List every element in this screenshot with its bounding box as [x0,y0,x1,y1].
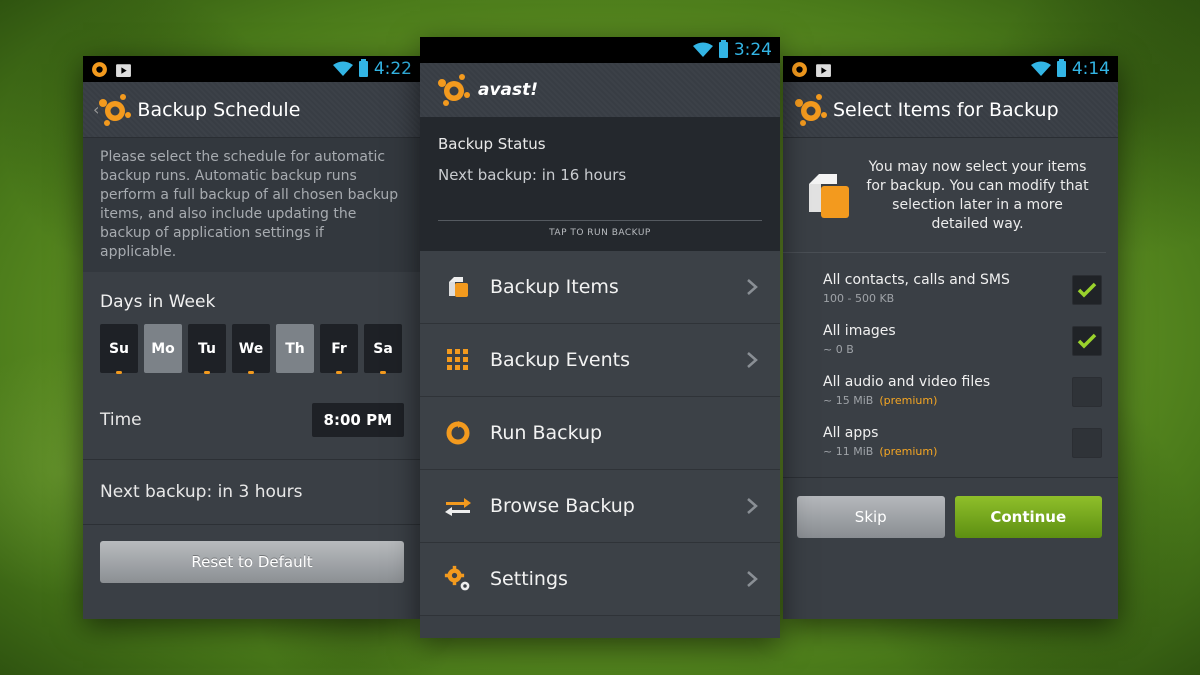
backup-status-title: Backup Status [438,135,546,153]
battery-icon [718,40,728,58]
avast-logo-icon [795,93,827,126]
menu-label: Backup Events [490,349,631,371]
battery-icon [1056,59,1066,77]
play-store-icon [116,63,131,77]
status-bar: 4:22 [83,56,420,82]
divider [83,524,420,525]
menu-label: Browse Backup [490,495,635,517]
intro-text: You may now select your items for backup… [866,159,1089,232]
day-mo[interactable]: Mo [144,324,182,373]
list-item[interactable]: All images ~ 0 B [823,314,1102,365]
chevron-right-icon [747,279,758,295]
grid-icon [444,346,472,374]
brand-header: avast! [420,63,780,117]
divider [438,220,762,221]
checkbox-checked[interactable] [1072,275,1102,305]
battery-icon [358,59,368,77]
page-title: Backup Schedule [137,98,301,121]
wifi-icon [692,42,713,57]
item-name: All contacts, calls and SMS [823,272,1010,288]
status-time: 4:22 [373,59,412,79]
time-row: Time 8:00 PM [83,373,420,437]
skip-button[interactable]: Skip [797,496,945,538]
status-bar: 4:14 [783,56,1118,82]
next-backup-text: Next backup: in 3 hours [100,482,303,502]
gears-icon [444,565,472,593]
avast-main-screen: 3:24 avast! Backup Status Next backup: i… [420,37,780,638]
avast-logo-icon[interactable] [97,93,132,127]
menu-label: Backup Items [490,276,619,298]
status-time: 3:24 [733,40,772,60]
page-title: Select Items for Backup [833,98,1059,121]
status-time: 4:14 [1071,59,1110,79]
day-selector: Su Mo Tu We Th Fr Sa [83,324,420,374]
backup-items-icon [809,174,849,218]
backup-schedule-screen: 4:22 ‹ Backup Schedule Please select the… [83,56,420,619]
day-we[interactable]: We [232,324,270,374]
backup-items-icon [444,273,472,301]
time-picker[interactable]: 8:00 PM [311,403,404,437]
select-items-screen: 4:14 Select Items for Backup You may now… [783,56,1118,619]
item-size: ~ 0 B [823,343,854,356]
check-icon [1077,333,1097,349]
refresh-icon [444,419,472,447]
menu-item-settings[interactable]: Settings [420,543,780,616]
list-item[interactable]: All audio and video files ~ 15 MiB (premi… [823,365,1102,416]
menu-label: Run Backup [490,422,603,444]
item-name: All apps [823,425,879,441]
reset-default-button[interactable]: Reset to Default [100,541,404,583]
day-su[interactable]: Su [100,324,138,374]
item-size: 100 - 500 KB [823,292,895,305]
list-item[interactable]: All apps ~ 11 MiB (premium) [823,416,1102,467]
swap-arrows-icon [444,492,472,520]
item-name: All images [823,323,896,339]
intro-section: You may now select your items for backup… [783,138,1106,253]
menu-item-run-backup[interactable]: Run Backup [420,397,780,470]
avast-notification-icon [92,61,107,77]
day-tu[interactable]: Tu [188,324,226,374]
menu-label: Settings [490,568,568,590]
avast-notification-icon [792,61,807,77]
item-name: All audio and video files [823,374,991,390]
list-item[interactable]: All contacts, calls and SMS 100 - 500 KB [823,263,1102,314]
checkbox-unchecked[interactable] [1072,377,1102,407]
day-fr[interactable]: Fr [320,324,358,374]
next-backup-text: Next backup: in 16 hours [438,166,627,184]
backup-items-list: All contacts, calls and SMS 100 - 500 KB… [783,253,1118,467]
play-store-icon [816,63,831,77]
checkbox-unchecked[interactable] [1072,428,1102,458]
premium-badge: (premium) [879,394,938,407]
chevron-right-icon [747,498,758,514]
tap-to-run-label[interactable]: TAP TO RUN BACKUP [438,228,762,238]
menu-item-backup-items[interactable]: Backup Items [420,251,780,324]
item-size: ~ 15 MiB (premium) [823,394,938,407]
chevron-right-icon [747,571,758,587]
action-bar: ‹ Backup Schedule [83,82,420,138]
continue-button[interactable]: Continue [954,496,1102,538]
item-size: ~ 11 MiB (premium) [823,445,938,458]
menu-item-browse-backup[interactable]: Browse Backup [420,470,780,543]
menu-item-backup-events[interactable]: Backup Events [420,324,780,397]
action-bar: Select Items for Backup [783,82,1118,138]
checkbox-checked[interactable] [1072,326,1102,356]
status-bar: 3:24 [420,37,780,63]
time-label: Time [100,410,142,430]
backup-status-panel[interactable]: Backup Status Next backup: in 16 hours T… [420,117,780,251]
premium-badge: (premium) [879,445,938,458]
wifi-icon [1030,61,1051,76]
action-buttons: Skip Continue [783,477,1118,538]
check-icon [1077,282,1097,298]
chevron-right-icon [747,352,758,368]
day-sa[interactable]: Sa [364,324,402,374]
brand-name: avast! [478,80,539,100]
avast-logo-icon [438,74,470,106]
days-label: Days in Week [100,292,216,312]
wifi-icon [332,61,353,76]
day-th[interactable]: Th [276,324,314,373]
schedule-description: Please select the schedule for automatic… [83,138,420,272]
